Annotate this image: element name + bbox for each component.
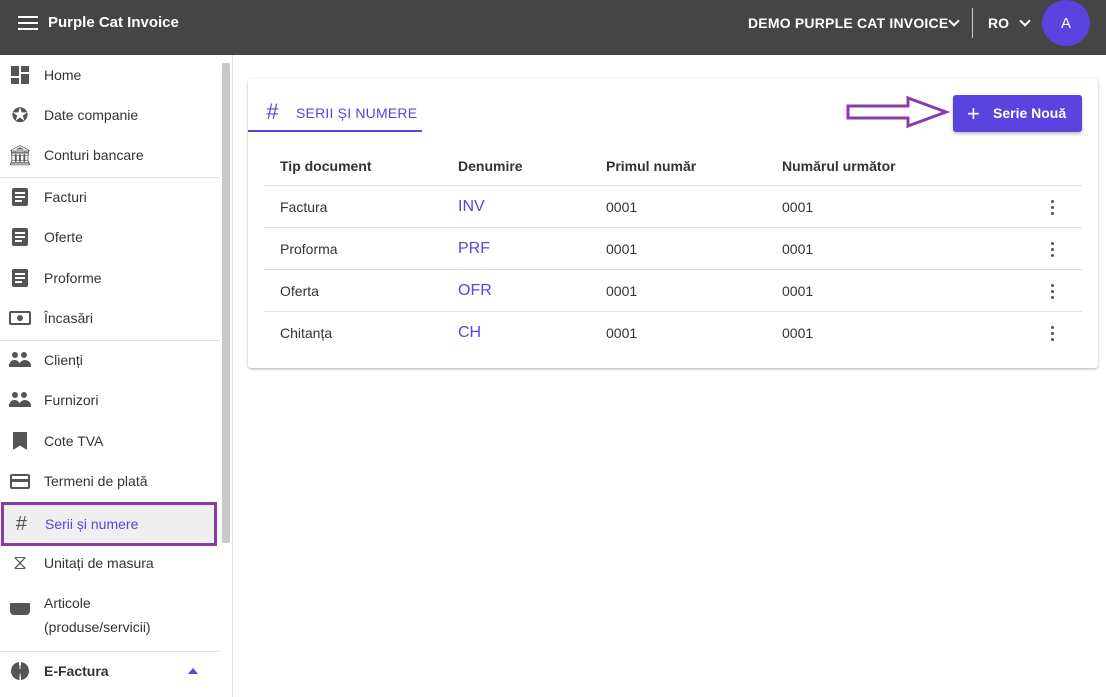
bookmark-icon bbox=[9, 430, 31, 452]
menu-icon[interactable] bbox=[18, 16, 38, 30]
language-selector[interactable]: RO bbox=[988, 15, 1009, 31]
dashboard-icon bbox=[9, 64, 31, 86]
sidebar-item-home[interactable]: Home bbox=[0, 55, 220, 95]
people-icon bbox=[9, 389, 31, 411]
sidebar-item-label: Conturi bancare bbox=[44, 147, 144, 163]
sidebar-item-label: Cote TVA bbox=[44, 433, 104, 449]
company-selector[interactable]: DEMO PURPLE CAT INVOICE bbox=[748, 15, 948, 31]
tab-serii-si-numere[interactable]: # SERII ȘI NUMERE bbox=[248, 79, 422, 132]
basket-icon bbox=[9, 595, 31, 617]
sidebar-item-label: Date companie bbox=[44, 107, 139, 123]
sidebar-item-termeni-de-plata[interactable]: Termeni de plată bbox=[0, 461, 220, 501]
document-icon bbox=[9, 186, 31, 208]
sidebar-item-date-companie[interactable]: ✪ Date companie bbox=[0, 95, 220, 135]
column-header: Numărul următor bbox=[782, 158, 896, 174]
chevron-down-icon[interactable] bbox=[948, 15, 960, 27]
sidebar-item-label: Termeni de plată bbox=[44, 473, 148, 489]
more-vert-icon[interactable] bbox=[1044, 282, 1060, 300]
cell-type: Oferta bbox=[280, 283, 319, 299]
cell-type: Chitanța bbox=[280, 325, 333, 341]
sidebar-item-label: E-Factura bbox=[44, 663, 109, 679]
hash-icon: # bbox=[266, 99, 279, 124]
bank-icon: 🏛 bbox=[7, 144, 33, 167]
sidebar-item-label: Încasări bbox=[44, 310, 94, 326]
column-header: Tip document bbox=[280, 158, 372, 174]
sidebar-item-unitati-de-masura[interactable]: ⧖ Unitați de masura bbox=[0, 543, 220, 583]
sidebar-item-label: Serii și numere bbox=[45, 516, 139, 532]
document-icon bbox=[9, 226, 31, 248]
new-series-button-label: Serie Nouă bbox=[993, 105, 1067, 121]
cell-code: CH bbox=[458, 324, 482, 341]
cell-first: 0001 bbox=[606, 283, 638, 299]
cell-type: Factura bbox=[280, 199, 328, 215]
new-series-button[interactable]: + Serie Nouă bbox=[953, 95, 1082, 132]
sidebar-item-label-line2: (produse/servicii) bbox=[44, 619, 151, 635]
cell-next: 0001 bbox=[782, 199, 814, 215]
cell-code: PRF bbox=[458, 240, 490, 257]
sidebar-item-serii-si-numere[interactable]: # Serii și numere bbox=[1, 502, 217, 546]
hash-icon: # bbox=[15, 512, 27, 535]
divider bbox=[972, 8, 973, 38]
people-icon bbox=[9, 349, 31, 371]
series-card: # SERII ȘI NUMERE + Serie Nouă Tip docum… bbox=[248, 79, 1098, 368]
column-header: Denumire bbox=[458, 158, 523, 174]
sidebar-item-incasari[interactable]: Încasări bbox=[0, 298, 220, 338]
sidebar-item-label: Clienți bbox=[44, 352, 83, 368]
sidebar-item-label: Oferte bbox=[44, 229, 83, 245]
sidebar-item-label: Home bbox=[44, 67, 82, 83]
avatar[interactable]: A bbox=[1042, 0, 1090, 46]
sidebar-item-proforme[interactable]: Proforme bbox=[0, 258, 220, 298]
plus-icon: + bbox=[967, 101, 980, 126]
sidebar-item-clienti[interactable]: Clienți bbox=[0, 340, 220, 380]
table-header: Tip document Denumire Primul număr Număr… bbox=[264, 144, 1082, 186]
cell-next: 0001 bbox=[782, 325, 814, 341]
app-title: Purple Cat Invoice bbox=[48, 14, 179, 31]
table-row[interactable]: Factura INV 0001 0001 bbox=[264, 186, 1082, 228]
cell-first: 0001 bbox=[606, 241, 638, 257]
table-row[interactable]: Chitanța CH 0001 0001 bbox=[264, 312, 1082, 354]
cell-type: Proforma bbox=[280, 241, 338, 257]
chevron-down-icon[interactable] bbox=[1019, 15, 1031, 27]
cell-code: INV bbox=[458, 198, 485, 215]
sidebar-item-label: Proforme bbox=[44, 270, 102, 286]
more-vert-icon[interactable] bbox=[1044, 198, 1060, 216]
sidebar-item-label: Facturi bbox=[44, 189, 87, 205]
credit-card-icon bbox=[9, 470, 31, 492]
sidebar-item-label: Articole (produse/servicii) bbox=[44, 591, 151, 639]
cell-next: 0001 bbox=[782, 283, 814, 299]
top-app-bar: Purple Cat Invoice DEMO PURPLE CAT INVOI… bbox=[0, 0, 1106, 55]
sidebar-item-oferte[interactable]: Oferte bbox=[0, 217, 220, 257]
more-vert-icon[interactable] bbox=[1044, 240, 1060, 258]
sidebar-item-furnizori[interactable]: Furnizori bbox=[0, 380, 220, 420]
cash-icon bbox=[9, 307, 31, 329]
series-table: Tip document Denumire Primul număr Număr… bbox=[264, 144, 1082, 354]
table-row[interactable]: Oferta OFR 0001 0001 bbox=[264, 270, 1082, 312]
sidebar-item-articole[interactable]: Articole (produse/servicii) bbox=[0, 585, 220, 645]
cell-first: 0001 bbox=[606, 325, 638, 341]
sidebar-item-conturi-bancare[interactable]: 🏛 Conturi bancare bbox=[0, 135, 220, 175]
sidebar: Home ✪ Date companie 🏛 Conturi bancare F… bbox=[0, 55, 233, 697]
annotation-arrow-icon bbox=[846, 96, 950, 128]
cell-first: 0001 bbox=[606, 199, 638, 215]
document-icon bbox=[9, 267, 31, 289]
caret-up-icon[interactable] bbox=[188, 668, 198, 674]
scale-icon: ⧖ bbox=[12, 551, 28, 574]
sidebar-item-label-line1: Articole bbox=[44, 595, 91, 611]
more-vert-icon[interactable] bbox=[1044, 324, 1060, 342]
badge-icon: ✪ bbox=[11, 104, 29, 127]
pie-icon bbox=[9, 660, 31, 682]
cell-next: 0001 bbox=[782, 241, 814, 257]
sidebar-item-cote-tva[interactable]: Cote TVA bbox=[0, 421, 220, 461]
sidebar-item-e-factura[interactable]: E-Factura bbox=[0, 651, 220, 691]
sidebar-item-label: Furnizori bbox=[44, 392, 99, 408]
cell-code: OFR bbox=[458, 282, 492, 299]
tab-label: SERII ȘI NUMERE bbox=[296, 105, 418, 121]
sidebar-item-label: Unitați de masura bbox=[44, 555, 154, 571]
sidebar-item-facturi[interactable]: Facturi bbox=[0, 177, 220, 217]
sidebar-scrollbar[interactable] bbox=[222, 63, 230, 543]
column-header: Primul număr bbox=[606, 158, 697, 174]
table-row[interactable]: Proforma PRF 0001 0001 bbox=[264, 228, 1082, 270]
